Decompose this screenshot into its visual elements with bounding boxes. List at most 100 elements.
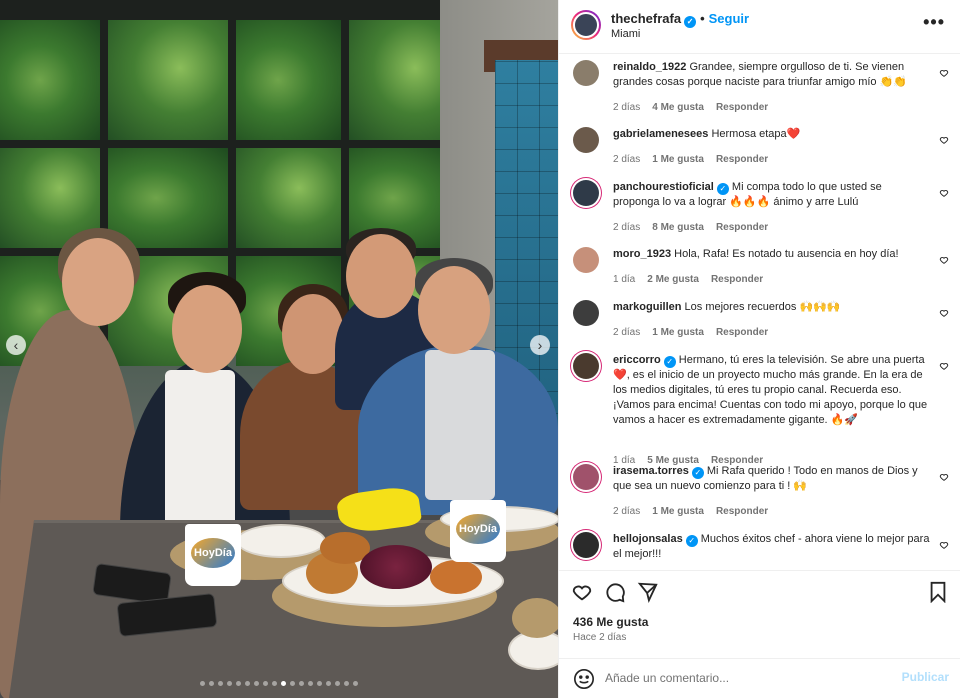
commenter-avatar[interactable]	[573, 127, 599, 153]
comment-body: Hermosa etapa❤️	[711, 128, 801, 140]
carousel-dot	[254, 681, 259, 686]
commenter-avatar[interactable]	[573, 180, 599, 206]
commenter-username[interactable]: gabrielamenesees	[613, 128, 708, 140]
post-photo[interactable]: HoyDía HoyDía ‹ ›	[0, 0, 558, 698]
comments-list[interactable]: reinaldo_1922 Grandee, siempre orgulloso…	[559, 54, 960, 570]
comment-text-line: panchourestioficial ✓ Mi compa todo lo qu…	[613, 180, 931, 210]
reply-button[interactable]: Responder	[716, 154, 768, 165]
comment-input[interactable]	[605, 667, 885, 689]
comment-meta: 2 días 1 Me gusta Responder	[613, 506, 768, 517]
grapes	[360, 545, 432, 589]
commenter-username[interactable]: panchourestioficial	[613, 181, 714, 193]
publish-button[interactable]: Publicar	[902, 670, 949, 684]
commenter-avatar[interactable]	[573, 60, 599, 86]
post-date: Hace 2 días	[573, 632, 627, 643]
carousel-dot	[200, 681, 205, 686]
reply-button[interactable]: Responder	[716, 327, 768, 338]
follow-button[interactable]: Seguir	[709, 11, 749, 26]
carousel-dot	[272, 681, 277, 686]
comment-meta: 1 día 2 Me gusta Responder	[613, 274, 763, 285]
carousel-dot	[308, 681, 313, 686]
verified-icon: ✓	[663, 356, 676, 368]
comment-like-icon[interactable]	[939, 361, 949, 371]
likes-count[interactable]: 436 Me gusta	[573, 615, 648, 629]
commenter-username[interactable]: moro_1923	[613, 248, 671, 260]
commenter-avatar[interactable]	[573, 464, 599, 490]
comment-time: 1 día	[613, 274, 636, 285]
author-username[interactable]: thechefrafa	[611, 11, 681, 26]
comment-like-icon[interactable]	[939, 188, 949, 198]
comment-likes[interactable]: 2 Me gusta	[647, 274, 699, 285]
hoydia-mug-left: HoyDía	[185, 524, 241, 586]
plate-left	[236, 524, 326, 558]
carousel-dot	[326, 681, 331, 686]
post-side-panel: thechefrafa ✓ • Seguir Miami ••• reinaldo_1…	[558, 0, 960, 698]
comment-body: Hola, Rafa! Es notado tu ausencia en hoy…	[674, 248, 899, 260]
carousel-dot	[344, 681, 349, 686]
carousel-dot	[299, 681, 304, 686]
comment-meta: 2 días 1 Me gusta Responder	[613, 154, 768, 165]
comment-like-icon[interactable]	[939, 255, 949, 265]
add-comment-bar: Publicar	[559, 658, 960, 698]
comment-time: 2 días	[613, 102, 641, 113]
commenter-username[interactable]: irasema.torres	[613, 465, 689, 477]
post-header: thechefrafa ✓ • Seguir Miami •••	[559, 0, 960, 54]
comment-meta: 2 días 8 Me gusta Responder	[613, 222, 768, 233]
comment-bubble-icon[interactable]	[604, 581, 626, 603]
comment-text-line: irasema.torres ✓ Mi Rafa querido ! Todo e…	[613, 464, 931, 494]
comment-likes[interactable]: 1 Me gusta	[652, 327, 704, 338]
carousel-dot	[290, 681, 295, 686]
save-bookmark-icon[interactable]	[927, 581, 949, 603]
commenter-avatar[interactable]	[573, 353, 599, 379]
comment-likes[interactable]: 1 Me gusta	[652, 154, 704, 165]
comment-like-icon[interactable]	[939, 540, 949, 550]
comment-likes[interactable]: 4 Me gusta	[652, 102, 704, 113]
commenter-username[interactable]: reinaldo_1922	[613, 61, 686, 73]
emoji-icon[interactable]	[573, 668, 595, 690]
comment-body: Los mejores recuerdos 🙌🙌🙌	[684, 301, 841, 313]
post-location[interactable]: Miami	[611, 28, 640, 40]
comment-likes[interactable]: 1 Me gusta	[652, 506, 704, 517]
commenter-avatar[interactable]	[573, 532, 599, 558]
verified-icon: ✓	[684, 16, 697, 28]
more-options-icon[interactable]: •••	[923, 12, 945, 33]
verified-icon: ✓	[716, 183, 729, 195]
comment-text-line: reinaldo_1922 Grandee, siempre orgulloso…	[613, 60, 931, 90]
carousel-dot	[281, 681, 286, 686]
comment-likes[interactable]: 8 Me gusta	[652, 222, 704, 233]
carousel-dot	[236, 681, 241, 686]
comment-text-line: hellojonsalas ✓ Muchos éxitos chef - ahor…	[613, 532, 931, 562]
photo-next-arrow[interactable]: ›	[530, 335, 550, 355]
comment-like-icon[interactable]	[939, 472, 949, 482]
reply-button[interactable]: Responder	[711, 274, 763, 285]
commenter-avatar[interactable]	[573, 300, 599, 326]
share-send-icon[interactable]	[637, 581, 659, 603]
reply-button[interactable]: Responder	[716, 506, 768, 517]
hoydia-mug-right: HoyDía	[450, 500, 506, 562]
carousel-dot	[335, 681, 340, 686]
reply-button[interactable]: Responder	[716, 102, 768, 113]
reply-button[interactable]: Responder	[716, 222, 768, 233]
comment-meta: 2 días 4 Me gusta Responder	[613, 102, 768, 113]
commenter-avatar[interactable]	[573, 247, 599, 273]
carousel-dot	[218, 681, 223, 686]
carousel-dot	[317, 681, 322, 686]
separator-dot: •	[700, 11, 705, 26]
carousel-dot	[263, 681, 268, 686]
like-heart-icon[interactable]	[571, 581, 593, 603]
photo-prev-arrow[interactable]: ‹	[6, 335, 26, 355]
comment-text-line: moro_1923 Hola, Rafa! Es notado tu ausen…	[613, 247, 931, 262]
comment-like-icon[interactable]	[939, 68, 949, 78]
carousel-dot	[353, 681, 358, 686]
commenter-username[interactable]: ericcorro	[613, 354, 661, 366]
comment-like-icon[interactable]	[939, 135, 949, 145]
comment-like-icon[interactable]	[939, 308, 949, 318]
post-actions: 436 Me gusta Hace 2 días	[559, 570, 960, 658]
commenter-username[interactable]: markoguillen	[613, 301, 681, 313]
comment-time: 2 días	[613, 154, 641, 165]
comment-text-line: ericcorro ✓ Hermano, tú eres la televisió…	[613, 353, 931, 428]
author-avatar[interactable]	[571, 10, 601, 40]
commenter-username[interactable]: hellojonsalas	[613, 533, 683, 545]
comment-time: 2 días	[613, 327, 641, 338]
verified-icon: ✓	[691, 467, 704, 479]
